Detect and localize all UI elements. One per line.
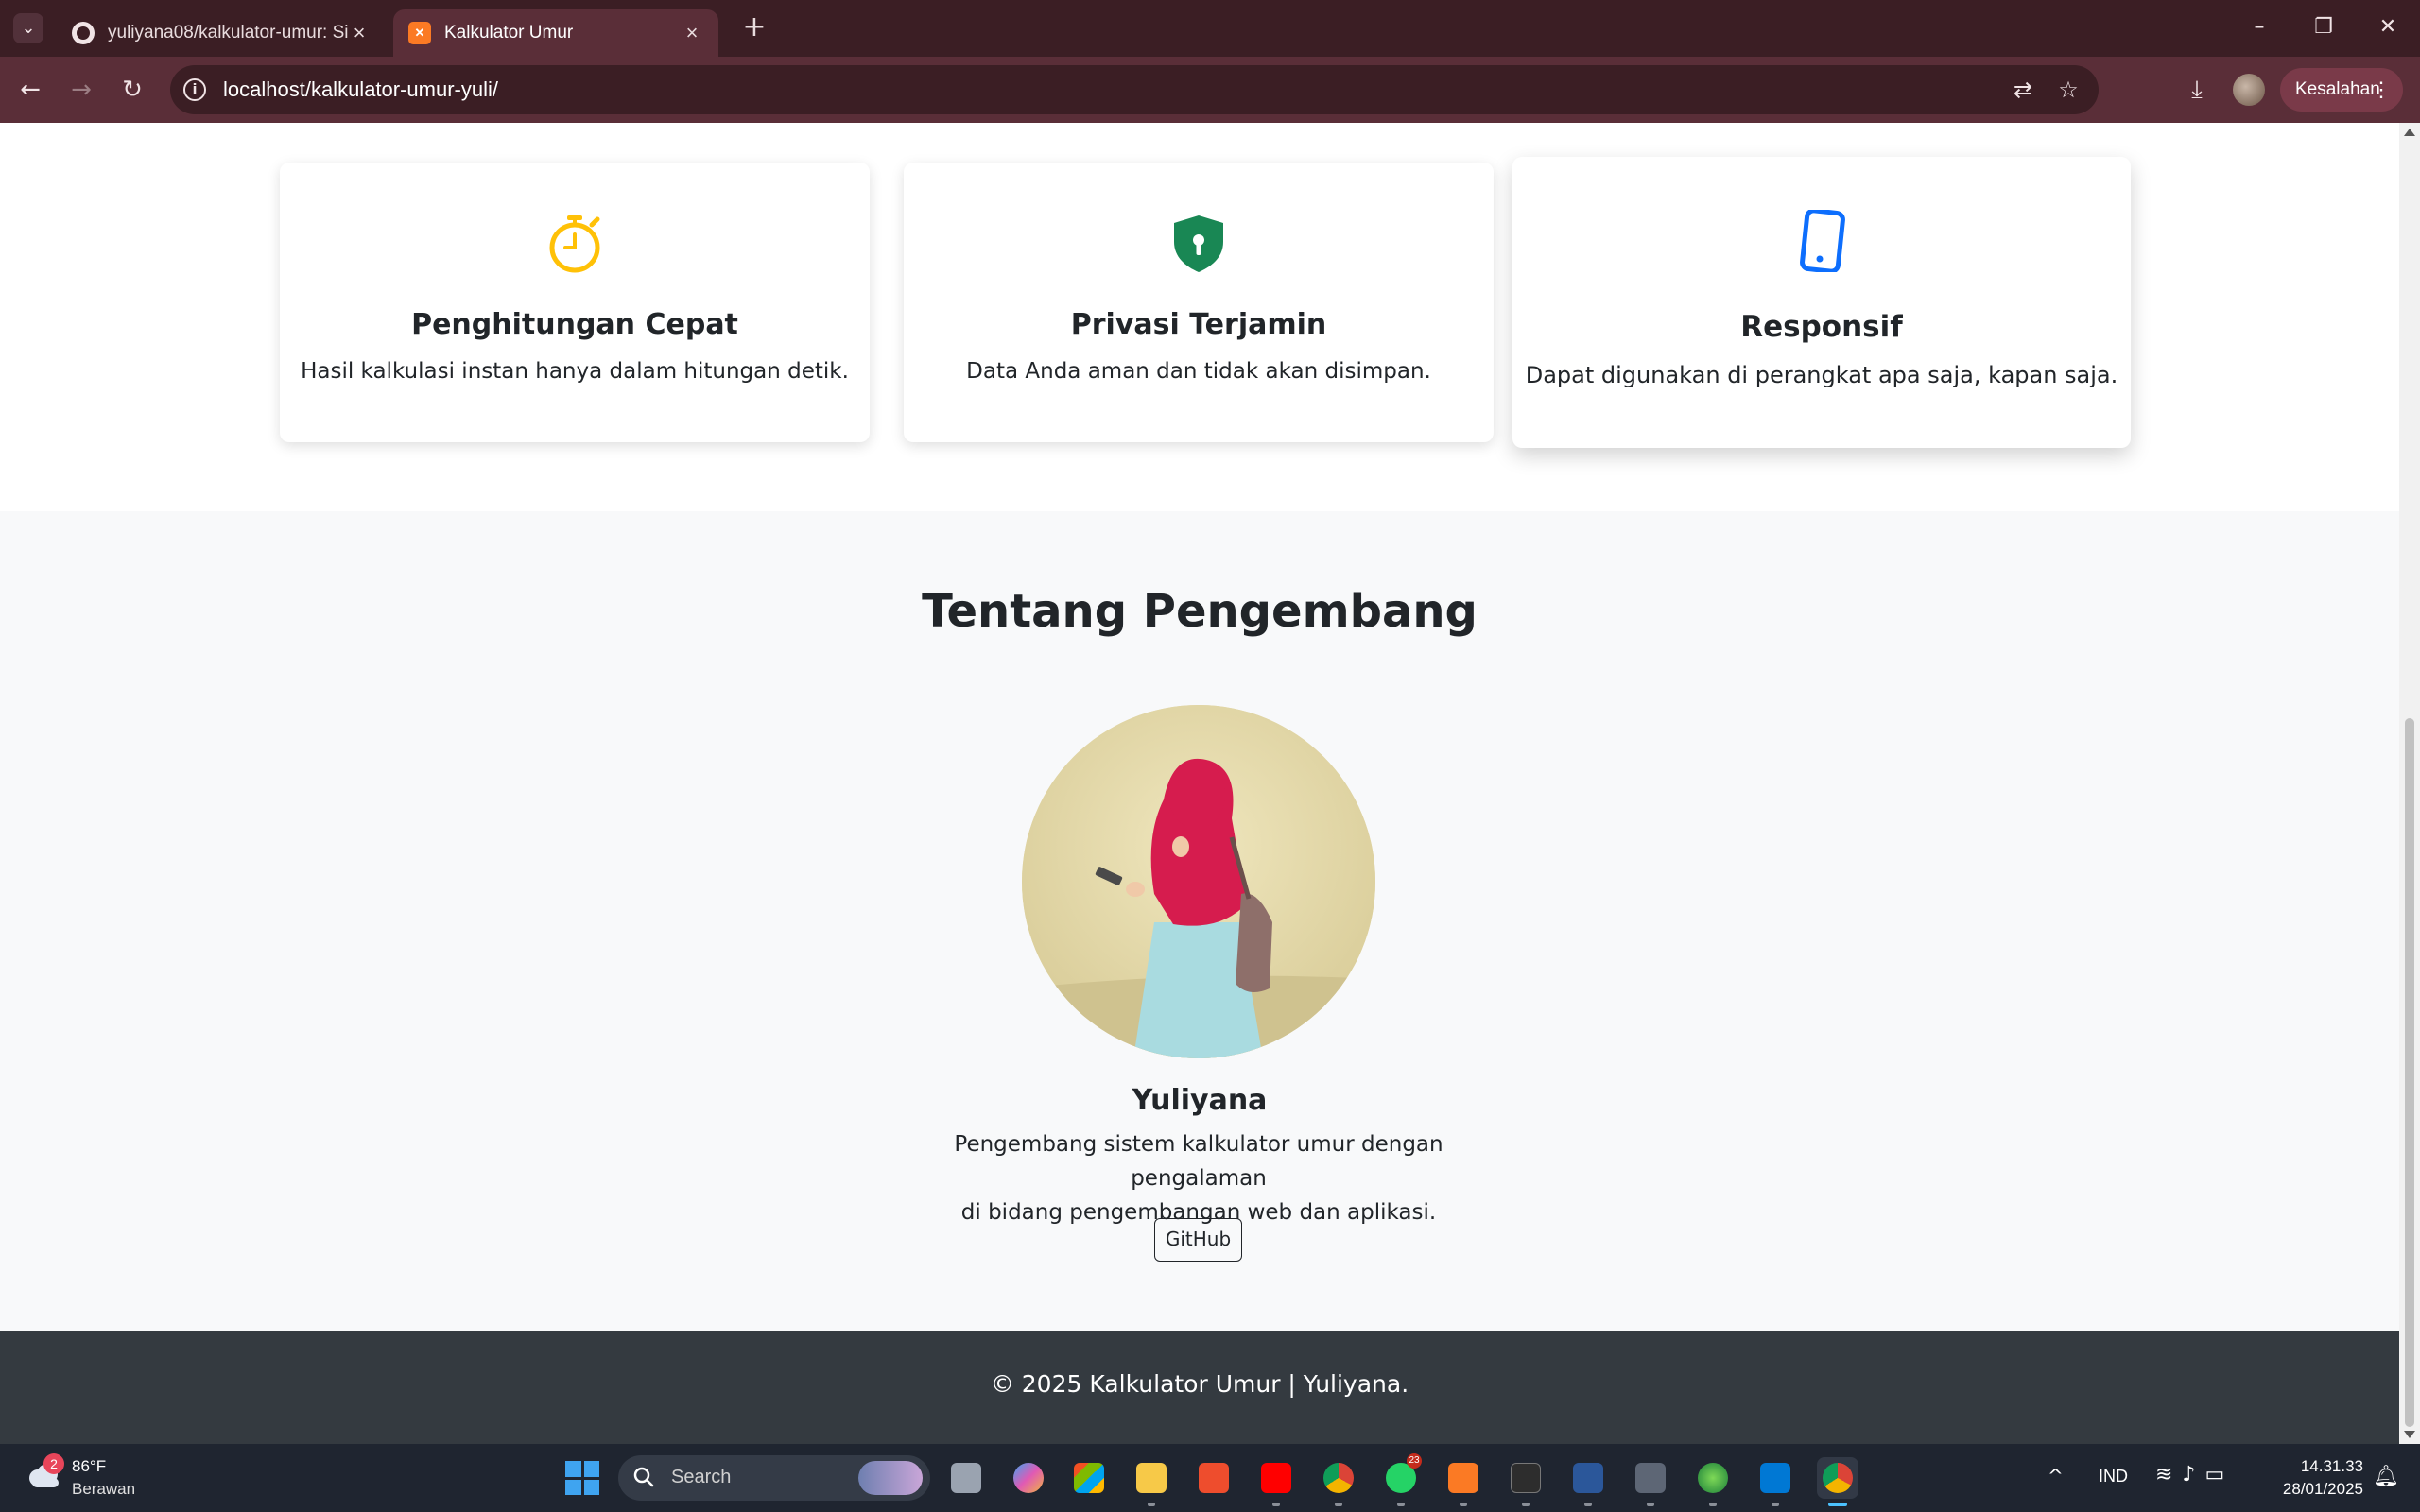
shield-lock-icon xyxy=(1174,215,1223,272)
about-developer-section: Tentang Pengembang Yuliyana Pengembang s… xyxy=(0,511,2399,1331)
tab-title: yuliyana08/kalkulator-umur: Sis xyxy=(108,23,348,43)
feature-card-fast: Penghitungan Cepat Hasil kalkulasi insta… xyxy=(280,163,870,442)
chrome-active-icon[interactable] xyxy=(1817,1457,1858,1506)
copilot-icon[interactable] xyxy=(1008,1457,1049,1499)
browser-tab-bar: ⌄ yuliyana08/kalkulator-umur: Sis × ✕ Ka… xyxy=(0,0,2420,57)
xampp-icon[interactable] xyxy=(1443,1457,1484,1506)
clock-time: 14.31.33 xyxy=(2300,1457,2363,1475)
restore-icon[interactable]: ❐ xyxy=(2291,0,2356,57)
windows-start-icon[interactable] xyxy=(565,1461,599,1495)
translate-icon[interactable]: ⇄ xyxy=(2010,77,2036,103)
weather-badge: 2 xyxy=(43,1453,64,1474)
menu-kebab-icon[interactable]: ⋮ xyxy=(2371,68,2392,112)
developer-name: Yuliyana xyxy=(1132,1084,1268,1117)
tab-close-icon[interactable]: × xyxy=(348,21,371,45)
github-button[interactable]: GitHub xyxy=(1154,1218,1242,1262)
developer-bio: Pengembang sistem kalkulator umur dengan… xyxy=(889,1127,1509,1229)
reload-icon[interactable]: ↻ xyxy=(115,73,149,107)
scroll-thumb[interactable] xyxy=(2405,718,2414,1427)
profile-avatar[interactable] xyxy=(2233,74,2265,106)
microsoft-store-app-icon[interactable] xyxy=(1068,1457,1110,1499)
tray-overflow-chevron-icon[interactable]: ^ xyxy=(2048,1465,2064,1487)
taskbar-search[interactable]: Search xyxy=(618,1455,930,1501)
site-info-icon[interactable]: i xyxy=(183,78,206,101)
word-icon[interactable] xyxy=(1567,1457,1609,1506)
window-controls: – ❐ ✕ xyxy=(2227,0,2420,57)
feature-title: Responsif xyxy=(1740,310,1903,344)
tray-status-icons[interactable]: ≋♪▭ xyxy=(2155,1463,2234,1486)
scroll-up-icon[interactable] xyxy=(2404,129,2415,136)
tab-close-icon[interactable]: × xyxy=(681,21,703,45)
forward-icon[interactable]: → xyxy=(64,73,98,107)
weather-description[interactable]: Berawan xyxy=(72,1480,135,1499)
calculator-icon[interactable] xyxy=(1630,1457,1671,1506)
tab-title: Kalkulator Umur xyxy=(444,23,574,43)
language-indicator[interactable]: IND xyxy=(2099,1467,2128,1486)
whatsapp-icon[interactable]: 23 xyxy=(1380,1453,1422,1506)
browser-toolbar: ← → ↻ i localhost/kalkulator-umur-yuli/ … xyxy=(0,57,2420,123)
download-icon[interactable]: ⤓ xyxy=(2180,73,2214,107)
feature-title: Penghitungan Cepat xyxy=(411,308,738,341)
feature-title: Privasi Terjamin xyxy=(1070,308,1327,341)
shopee-icon[interactable] xyxy=(1193,1457,1235,1499)
globe-app-icon[interactable] xyxy=(1692,1457,1734,1506)
bookmark-star-icon[interactable]: ☆ xyxy=(2055,77,2082,103)
clock-date: 28/01/2025 xyxy=(2282,1480,2363,1498)
vscode-icon[interactable] xyxy=(1754,1457,1796,1506)
windows-taskbar: 2 86°F Berawan Search 23 ^ IND ≋♪▭ 14.31… xyxy=(0,1444,2420,1512)
file-explorer-icon[interactable] xyxy=(1131,1457,1172,1506)
new-tab-button[interactable]: + xyxy=(737,11,771,45)
profile-error-button[interactable]: Kesalahan ⋮ xyxy=(2280,68,2403,112)
notification-bell-icon[interactable]: 🔔︎ xyxy=(2373,1465,2399,1488)
scroll-down-icon[interactable] xyxy=(2404,1431,2415,1438)
profile-label: Kesalahan xyxy=(2295,79,2380,99)
section-heading: Tentang Pengembang xyxy=(922,585,1478,638)
phone-icon xyxy=(1800,210,1845,272)
terminal-icon[interactable] xyxy=(1505,1457,1547,1506)
search-highlight-image xyxy=(858,1461,923,1495)
search-placeholder: Search xyxy=(671,1467,732,1487)
feature-card-responsive: Responsif Dapat digunakan di perangkat a… xyxy=(1512,157,2131,448)
page-footer: © 2025 Kalkulator Umur | Yuliyana. xyxy=(0,1331,2399,1444)
feature-description: Hasil kalkulasi instan hanya dalam hitun… xyxy=(301,359,849,384)
tab-github[interactable]: yuliyana08/kalkulator-umur: Sis × xyxy=(57,9,386,57)
close-window-icon[interactable]: ✕ xyxy=(2356,0,2420,57)
tab-kalkulator-umur[interactable]: ✕ Kalkulator Umur × xyxy=(393,9,718,57)
developer-photo xyxy=(1022,705,1375,1058)
system-clock[interactable]: 14.31.33 28/01/2025 xyxy=(2259,1455,2363,1501)
address-bar[interactable]: i localhost/kalkulator-umur-yuli/ ☆ ⇄ xyxy=(170,65,2099,114)
github-favicon-icon xyxy=(72,22,95,44)
feature-card-privacy: Privasi Terjamin Data Anda aman dan tida… xyxy=(904,163,1494,442)
url-text: localhost/kalkulator-umur-yuli/ xyxy=(223,77,498,101)
feature-description: Dapat digunakan di perangkat apa saja, k… xyxy=(1525,362,2118,388)
stopwatch-icon xyxy=(549,215,600,273)
page-scrollbar[interactable] xyxy=(2399,123,2420,1444)
chrome-icon[interactable] xyxy=(1318,1457,1359,1506)
page-viewport: Penghitungan Cepat Hasil kalkulasi insta… xyxy=(0,123,2399,1444)
minimize-icon[interactable]: – xyxy=(2227,0,2291,57)
tab-search-button[interactable]: ⌄ xyxy=(13,13,43,43)
back-icon[interactable]: ← xyxy=(13,73,47,107)
task-view-icon[interactable] xyxy=(945,1457,987,1499)
xampp-favicon-icon: ✕ xyxy=(408,22,431,44)
weather-temperature[interactable]: 86°F xyxy=(72,1457,106,1476)
search-icon xyxy=(633,1467,654,1487)
youtube-icon[interactable] xyxy=(1255,1457,1297,1506)
whatsapp-badge: 23 xyxy=(1407,1453,1422,1469)
feature-description: Data Anda aman dan tidak akan disimpan. xyxy=(966,359,1431,384)
features-section: Penghitungan Cepat Hasil kalkulasi insta… xyxy=(0,123,2399,511)
bio-line: Pengembang sistem kalkulator umur dengan… xyxy=(954,1132,1443,1191)
footer-copyright: © 2025 Kalkulator Umur | Yuliyana. xyxy=(990,1370,1409,1398)
